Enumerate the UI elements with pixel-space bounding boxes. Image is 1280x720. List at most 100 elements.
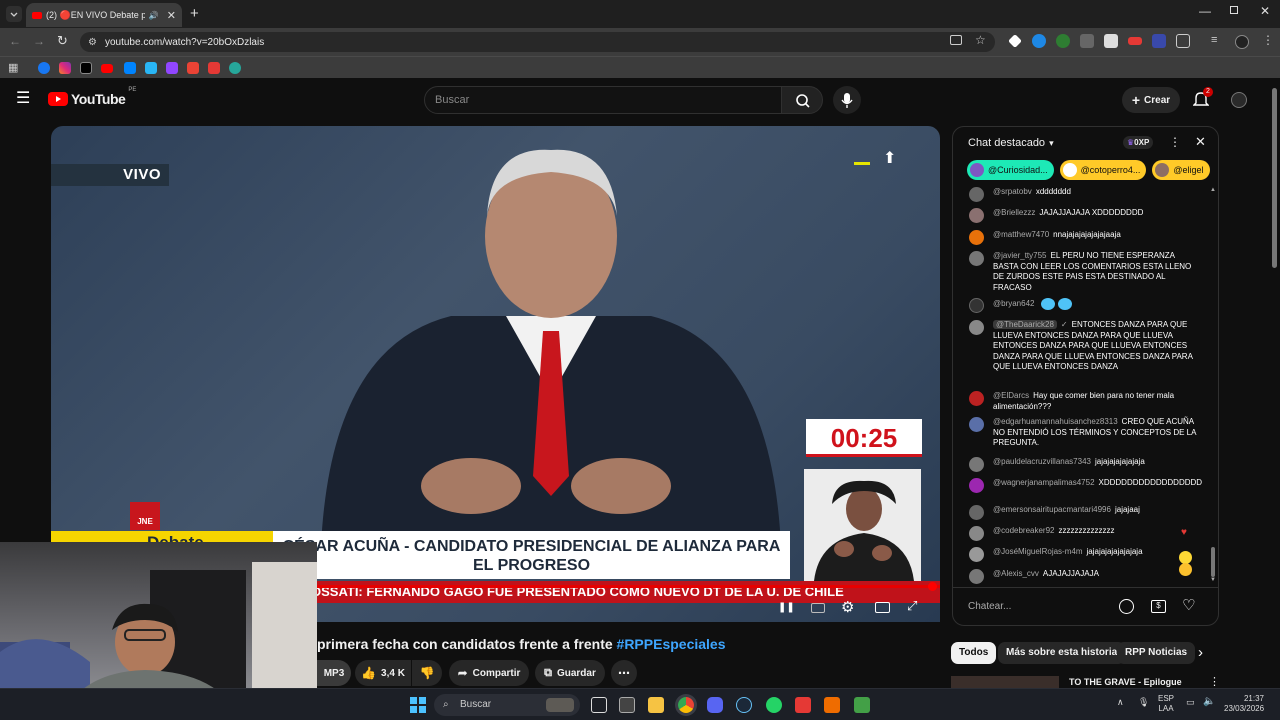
extension-icon-6[interactable] xyxy=(1128,37,1142,45)
close-chat-icon[interactable]: ✕ xyxy=(1195,134,1206,150)
new-tab-button[interactable]: + xyxy=(190,5,199,22)
restore-icon[interactable] xyxy=(1230,6,1238,14)
bookmark-app-icon[interactable] xyxy=(145,62,157,74)
account-avatar[interactable] xyxy=(1231,92,1247,108)
network-icon[interactable]: ▭ xyxy=(1186,697,1195,708)
chat-author[interactable]: @codebreaker92 xyxy=(993,526,1055,535)
chat-author[interactable]: @Briellezzz xyxy=(993,208,1035,217)
chrome-icon[interactable] xyxy=(678,697,694,713)
extension-icon-4[interactable] xyxy=(1080,34,1094,48)
donor-chip[interactable]: @cotoperro4... xyxy=(1059,160,1147,180)
whatsapp-icon[interactable] xyxy=(766,697,782,713)
emoji-picker-icon[interactable] xyxy=(1119,599,1134,614)
extension-icon-2[interactable] xyxy=(1032,34,1046,48)
browser-tab-active[interactable]: (2) 🔴EN VIVO Debate pre 🔊 ✕ xyxy=(26,3,182,27)
miniplayer-icon[interactable] xyxy=(875,602,890,613)
bookmark-star-icon[interactable]: ☆ xyxy=(975,33,986,47)
heart-icon[interactable]: ♡ xyxy=(1182,596,1195,614)
volume-icon[interactable]: 🔈 xyxy=(1203,696,1215,707)
donor-chip[interactable]: @Curiosidad... xyxy=(967,160,1054,180)
chat-author[interactable]: @pauldelacruzvillanas7343 xyxy=(993,457,1091,466)
browser-menu-icon[interactable]: ⋮ xyxy=(1262,33,1274,47)
bookmark-facebook-icon[interactable] xyxy=(38,62,50,74)
tab-close-icon[interactable]: ✕ xyxy=(167,9,176,22)
extensions-puzzle-icon[interactable] xyxy=(1176,34,1190,48)
like-button[interactable]: 👍 3,4 K xyxy=(355,660,411,686)
extension-icon-1[interactable] xyxy=(1008,34,1022,48)
video-hashtag-link[interactable]: #RPPEspeciales xyxy=(617,636,726,652)
extension-icon-3[interactable] xyxy=(1056,34,1070,48)
dislike-button[interactable]: 👎 xyxy=(412,660,442,686)
back-icon[interactable]: ← xyxy=(9,34,21,48)
chat-author[interactable]: @JoséMiguelRojas-m4m xyxy=(993,547,1082,556)
filter-chip-channel[interactable]: RPP Noticias xyxy=(1117,642,1196,664)
scroll-down-icon[interactable]: ▼ xyxy=(1210,577,1216,583)
filter-chip-all[interactable]: Todos xyxy=(951,642,997,664)
recommended-menu-icon[interactable]: ⋮ xyxy=(1209,675,1220,688)
microphone-tray-icon[interactable]: 🎙 xyxy=(1138,697,1149,708)
speaker-icon[interactable]: 🔊 xyxy=(149,11,159,20)
super-chat-icon[interactable]: $ xyxy=(1151,600,1166,613)
chat-menu-icon[interactable]: ⋮ xyxy=(1169,135,1181,149)
extension-icon-5[interactable] xyxy=(1104,34,1118,48)
bookmark-youtube-icon[interactable] xyxy=(101,64,113,73)
more-actions-button[interactable]: ⋯ xyxy=(611,660,637,686)
steam-icon[interactable] xyxy=(736,697,752,713)
chat-author[interactable]: @bryan642 xyxy=(993,299,1034,308)
hamburger-menu-icon[interactable]: ☰ xyxy=(16,88,30,108)
progress-scrubber[interactable] xyxy=(928,582,937,591)
chat-scrollbar[interactable]: ▲ ▼ xyxy=(1210,187,1216,583)
xp-badge[interactable]: ♛0XP xyxy=(1123,136,1154,149)
bookmark-mail-icon[interactable] xyxy=(187,62,199,74)
chat-author[interactable]: @Alexis_cvv xyxy=(993,569,1039,578)
page-scroll-thumb[interactable] xyxy=(1272,88,1277,268)
settings-gear-icon[interactable]: ⚙ xyxy=(841,598,854,616)
bookmark-globe-icon[interactable] xyxy=(229,62,241,74)
file-explorer-icon[interactable] xyxy=(648,697,664,713)
chat-input[interactable]: Chatear... xyxy=(968,597,1128,617)
tray-chevron-up-icon[interactable]: ∧ xyxy=(1117,697,1124,708)
scroll-up-icon[interactable]: ▲ xyxy=(1210,187,1216,193)
donor-chip[interactable]: @eligel xyxy=(1152,160,1210,180)
chat-author[interactable]: @emersonsairitupacmantari4996 xyxy=(993,505,1111,514)
search-input[interactable]: Buscar xyxy=(424,86,782,114)
reading-list-icon[interactable]: ≡ xyxy=(1211,34,1217,46)
create-button[interactable]: + Crear xyxy=(1122,87,1180,113)
taskbar-search[interactable]: ⌕ Buscar xyxy=(434,694,580,716)
discord-icon[interactable] xyxy=(707,697,723,713)
chat-author[interactable]: @matthew7470 xyxy=(993,230,1049,239)
search-button[interactable] xyxy=(781,86,823,114)
chat-author[interactable]: @javier_tty755 xyxy=(993,251,1046,260)
chevron-down-icon[interactable]: ▾ xyxy=(1049,138,1054,149)
clock[interactable]: 21:37 23/03/2026 xyxy=(1224,694,1264,714)
task-view-icon[interactable] xyxy=(591,697,607,713)
close-window-icon[interactable]: ✕ xyxy=(1260,4,1270,18)
save-button[interactable]: ⧉ Guardar xyxy=(535,660,605,686)
windows-start-icon[interactable] xyxy=(410,697,426,713)
app-orange-icon[interactable] xyxy=(824,697,840,713)
chat-author[interactable]: @edgarhuamannahuisanchez8313 xyxy=(993,417,1118,426)
chat-author[interactable]: @wagnerjanampalimas4752 xyxy=(993,478,1095,487)
chat-author[interactable]: @TheDaarick28 xyxy=(993,320,1057,329)
chevron-right-icon[interactable]: › xyxy=(1198,644,1203,661)
bookmark-x-icon[interactable] xyxy=(80,62,92,74)
mp3-button[interactable]: MP3 xyxy=(317,660,351,686)
scroll-thumb[interactable] xyxy=(1211,547,1215,577)
notifications-button[interactable]: 2 xyxy=(1193,87,1213,108)
chat-mode-selector[interactable]: Chat destacado xyxy=(968,137,1045,149)
bookmark-shield-icon[interactable] xyxy=(208,62,220,74)
profile-avatar[interactable] xyxy=(1235,35,1249,49)
language-indicator[interactable]: ESP LAA xyxy=(1158,694,1174,714)
app-green-icon[interactable] xyxy=(854,697,870,713)
apps-grid-icon[interactable]: ▦ xyxy=(8,61,18,74)
site-info-icon[interactable]: ⚙ xyxy=(88,37,97,48)
bookmark-twitch-icon[interactable] xyxy=(166,62,178,74)
voice-search-button[interactable] xyxy=(833,86,861,114)
chat-author[interactable]: @ElDarcs xyxy=(993,391,1029,400)
bookmark-messenger-icon[interactable] xyxy=(124,62,136,74)
tab-search-button[interactable] xyxy=(6,6,22,22)
filter-chip-story[interactable]: Más sobre esta historia xyxy=(998,642,1126,664)
extension-icon-7[interactable] xyxy=(1152,34,1166,48)
pause-icon[interactable]: ❚❚ xyxy=(778,602,795,613)
subtitles-icon[interactable] xyxy=(811,603,825,613)
